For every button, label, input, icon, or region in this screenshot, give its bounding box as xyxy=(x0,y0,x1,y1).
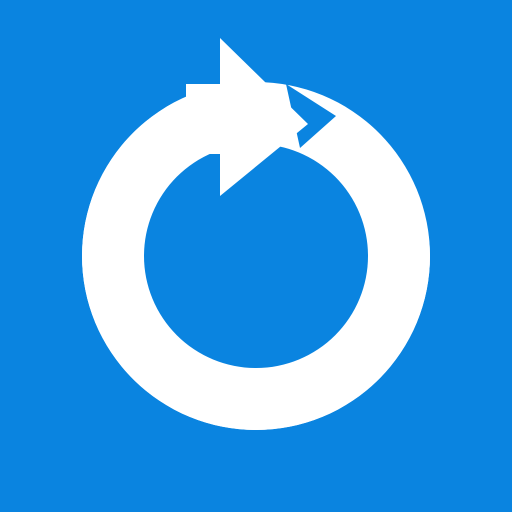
refresh-icon xyxy=(0,0,512,512)
app-tile[interactable] xyxy=(0,0,512,512)
